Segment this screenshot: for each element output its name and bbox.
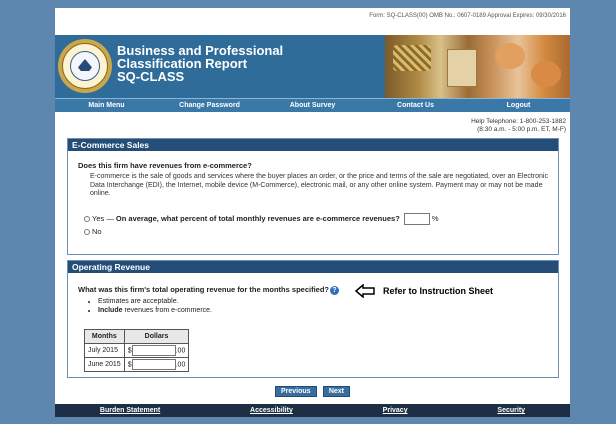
revenue-notes: Estimates are acceptable. Include revenu… xyxy=(88,297,212,315)
header-banner: Business and Professional Classification… xyxy=(55,35,570,98)
ecommerce-description: E-commerce is the sale of goods and serv… xyxy=(90,173,548,197)
next-button[interactable]: Next xyxy=(322,386,350,397)
revenue-section: Operating Revenue What was this firm's t… xyxy=(67,260,559,378)
table-row: July 2015 $ .00 xyxy=(84,343,190,358)
revenue-table: Months Dollars July 2015 $ .00 June 2015 … xyxy=(84,329,190,372)
pager: Previous Next xyxy=(55,386,570,397)
main-nav: Main Menu Change Password About Survey C… xyxy=(55,98,570,112)
july-amount-input[interactable] xyxy=(131,345,176,356)
help-line-2: (8:30 a.m. - 5:00 p.m. ET, M-F) xyxy=(477,126,566,133)
note-estimates: Estimates are acceptable. xyxy=(98,297,212,306)
footer: Burden Statement Accessibility Privacy S… xyxy=(55,404,570,417)
census-seal-logo xyxy=(58,39,112,93)
footer-privacy[interactable]: Privacy xyxy=(383,407,408,414)
yes-label: Yes — xyxy=(92,213,114,223)
footer-burden-statement[interactable]: Burden Statement xyxy=(100,407,160,414)
ecommerce-question: Does this firm have revenues from e-comm… xyxy=(78,161,252,170)
title-line-3: SQ-CLASS xyxy=(117,69,185,84)
nav-logout[interactable]: Logout xyxy=(467,99,570,112)
no-option: No xyxy=(84,227,102,236)
month-cell: June 2015 xyxy=(84,357,125,372)
percent-sign: % xyxy=(431,213,439,223)
nav-change-password[interactable]: Change Password xyxy=(158,99,261,112)
form-id: Form: SQ-CLASS(00) OMB No.: 0607-0189 Ap… xyxy=(369,13,566,19)
footer-security[interactable]: Security xyxy=(497,407,525,414)
no-label: No xyxy=(92,227,102,236)
refer-text: Refer to Instruction Sheet xyxy=(383,286,494,296)
note-include: Include revenues from e-commerce. xyxy=(98,306,212,315)
help-icon[interactable]: ? xyxy=(330,285,339,295)
revenue-question: What was this firm's total operating rev… xyxy=(78,285,329,294)
help-line-1: Help Telephone: 1-800-253-1882 xyxy=(471,118,566,125)
month-cell: July 2015 xyxy=(84,343,125,358)
header-photo xyxy=(385,35,570,98)
dollars-cell: $ .00 xyxy=(123,343,190,358)
yes-option: Yes — On average, what percent of total … xyxy=(84,213,439,225)
yes-radio[interactable] xyxy=(84,216,90,222)
dollars-cell: $ .00 xyxy=(123,357,190,372)
june-amount-input[interactable] xyxy=(131,359,176,370)
left-arrow-icon xyxy=(355,284,375,298)
revenue-question-row: What was this firm's total operating rev… xyxy=(78,285,339,295)
revenue-heading: Operating Revenue xyxy=(68,261,558,273)
table-row: June 2015 $ .00 xyxy=(84,357,190,372)
nav-main-menu[interactable]: Main Menu xyxy=(55,99,158,112)
survey-page: Form: SQ-CLASS(00) OMB No.: 0607-0189 Ap… xyxy=(55,8,570,417)
col-months: Months xyxy=(84,329,125,344)
ecommerce-heading: E-Commerce Sales xyxy=(68,139,558,151)
percent-question: On average, what percent of total monthl… xyxy=(115,213,400,223)
refer-note: Refer to Instruction Sheet xyxy=(343,276,523,306)
no-radio[interactable] xyxy=(84,229,90,236)
ecommerce-section: E-Commerce Sales Does this firm have rev… xyxy=(67,138,559,255)
col-dollars: Dollars xyxy=(123,329,190,344)
nav-contact-us[interactable]: Contact Us xyxy=(364,99,467,112)
footer-accessibility[interactable]: Accessibility xyxy=(250,407,293,414)
report-title: Business and Professional Classification… xyxy=(117,44,283,83)
nav-about-survey[interactable]: About Survey xyxy=(261,99,364,112)
help-telephone: Help Telephone: 1-800-253-1882 (8:30 a.m… xyxy=(471,118,566,134)
percent-input[interactable] xyxy=(403,213,430,225)
previous-button[interactable]: Previous xyxy=(275,386,317,397)
